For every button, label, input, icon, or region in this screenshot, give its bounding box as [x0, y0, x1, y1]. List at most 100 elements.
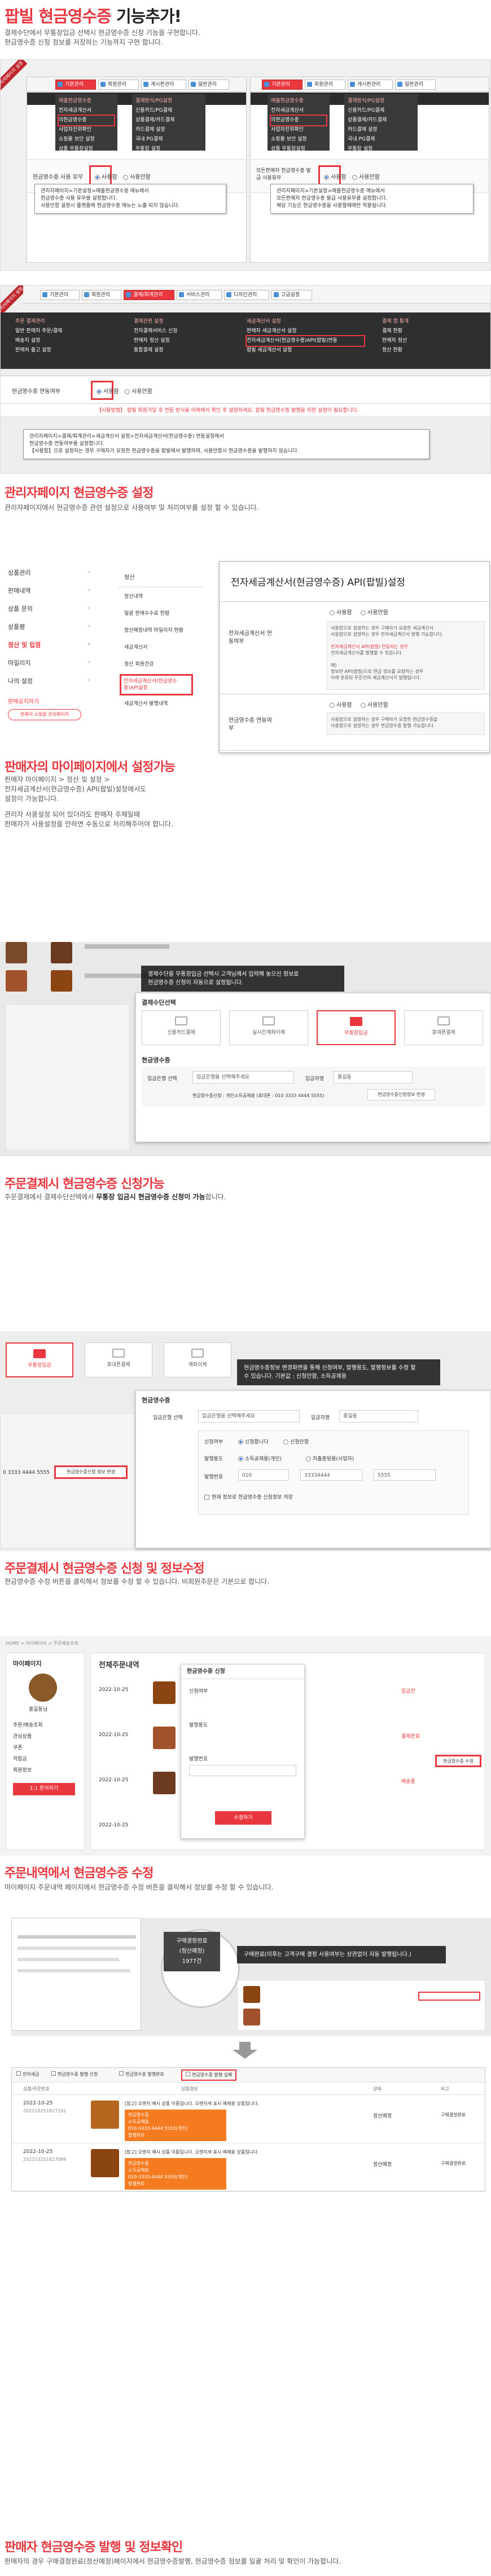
side-item[interactable]: 회원정보: [13, 1766, 32, 1773]
filter-item[interactable]: 현금영수증 발행 신청: [51, 2071, 98, 2077]
method-phone[interactable]: 휴대폰결제: [404, 1010, 483, 1045]
submenu-item[interactable]: 세금계산서 발행내역: [124, 699, 168, 707]
bank-select[interactable]: 입금은행을 선택해주세요: [192, 1071, 294, 1084]
tab-member[interactable]: 회원관리: [82, 290, 121, 300]
menu-item[interactable]: 일반 판매자 주문/결제: [15, 327, 99, 336]
opt-nouse[interactable]: 사용안함: [361, 700, 388, 708]
side-item[interactable]: 나의 설정 ›: [0, 676, 96, 685]
side-item-settlement[interactable]: 정산 및 입점 ›: [0, 640, 96, 649]
use-personal[interactable]: 소득공제용(개인): [238, 1455, 282, 1462]
method-bank[interactable]: 무통장입금: [317, 1010, 396, 1045]
opt-use[interactable]: 사용함: [330, 700, 352, 708]
menu-item[interactable]: 상품결제/카드결제: [348, 116, 414, 125]
num-input-3[interactable]: 5555: [374, 1469, 436, 1481]
apply-no[interactable]: 신청안함: [283, 1438, 309, 1445]
menu-item[interactable]: 판매자 세금계산서 설정: [247, 327, 364, 336]
tab-design[interactable]: 디자인관리: [224, 290, 269, 300]
side-item[interactable]: 관심상품: [13, 1732, 32, 1740]
filter-item[interactable]: 현금영수증 발행완료: [119, 2071, 164, 2077]
tab-board[interactable]: 게시판관리: [348, 80, 393, 90]
depositor-input[interactable]: 홍길동: [334, 1071, 413, 1084]
opt-use[interactable]: 사용함: [330, 607, 352, 616]
menu-item[interactable]: 전자세금계산서: [59, 106, 114, 116]
tab-general[interactable]: 일반관리: [188, 80, 229, 90]
submenu-item[interactable]: 정산내역: [124, 592, 143, 600]
menu-item[interactable]: 정산 현황: [382, 346, 471, 355]
menu-item[interactable]: 상품 무통장설정: [59, 144, 114, 154]
tab-basic[interactable]: 기본관리: [40, 290, 80, 300]
menu-item[interactable]: 카드결제 설정: [348, 125, 414, 135]
submenu-item-api[interactable]: 전자세금계산서(현금영수증)API설정: [120, 674, 193, 695]
method-transfer[interactable]: 계좌이체: [164, 1342, 231, 1377]
menu-item[interactable]: 무통장 설정: [348, 144, 414, 154]
side-item[interactable]: 상품평 ›: [0, 622, 96, 631]
opt-use[interactable]: 사용함: [324, 172, 347, 180]
side-item[interactable]: 마일리지 ›: [0, 658, 96, 667]
tab-payment[interactable]: 결제/회계관리: [124, 290, 174, 300]
method-card[interactable]: 신용카드결제: [142, 1010, 221, 1045]
menu-item[interactable]: 상품 무통장설정: [271, 144, 326, 154]
method-phone[interactable]: 휴대폰결제: [85, 1342, 152, 1377]
menu-item-cash-receipt[interactable]: 의현금영수증: [58, 115, 115, 126]
menu-item[interactable]: 쇼핑몰 보안 설정: [271, 135, 326, 144]
opt-nouse[interactable]: 사용안함: [361, 607, 388, 616]
menu-item[interactable]: 판매자 정산 설정: [134, 336, 223, 346]
submenu-item[interactable]: 정산예정내역 마일리지 현황: [124, 626, 183, 633]
menu-item[interactable]: 결제 현황: [382, 327, 471, 336]
change-info-button[interactable]: 현금영수증신청정보 변경: [367, 1089, 435, 1100]
opt-nouse[interactable]: 사용안함: [125, 386, 152, 395]
menu-item[interactable]: 판매처 출고 설정: [15, 346, 99, 355]
tab-service[interactable]: 서비스관리: [177, 290, 222, 300]
menu-item[interactable]: 카드결제 설정: [135, 125, 202, 135]
submenu-item[interactable]: 정산 회원건강: [124, 660, 154, 667]
save-info-check[interactable]: 현재 정보로 현금영수증 신청정보 저장: [204, 1493, 293, 1500]
bank-select[interactable]: 입금은행을 선택해주세요: [198, 1410, 300, 1423]
menu-item[interactable]: 무통장 설정: [135, 144, 202, 154]
filter-item[interactable]: 전자세금: [16, 2071, 39, 2077]
submenu-item[interactable]: 일괄 판매수수료 현황: [124, 609, 169, 617]
filter-item-failed[interactable]: 현금영수증 발행 실패: [181, 2069, 237, 2081]
inquiry-button[interactable]: 1:1 문의하기: [13, 1783, 75, 1795]
apply-yes[interactable]: 신청합니다: [238, 1438, 268, 1445]
popup-number-field[interactable]: [189, 1765, 296, 1776]
menu-item[interactable]: 통합결제 설정: [134, 346, 223, 355]
menu-item[interactable]: 신용카드/PG결제: [348, 106, 414, 116]
side-item[interactable]: 주문/배송조회: [13, 1721, 43, 1728]
opt-nouse[interactable]: 사용안함: [352, 172, 380, 180]
menu-item[interactable]: 팝빌 세금계산서 설정: [247, 346, 364, 355]
tab-member[interactable]: 회원관리: [98, 80, 139, 90]
num-input-1[interactable]: 010: [238, 1469, 289, 1481]
change-info-button[interactable]: 현금영수증신청 정보 변경: [54, 1465, 128, 1479]
menu-item[interactable]: 신용카드/PG결제: [135, 106, 202, 116]
depositor-input[interactable]: 홍길동: [339, 1410, 418, 1423]
tab-basic[interactable]: 기본관리: [55, 80, 96, 90]
tab-advanced[interactable]: 고급설정: [271, 290, 312, 300]
popup-save-button[interactable]: 수정하기: [215, 1811, 271, 1825]
tab-board[interactable]: 게시판관리: [141, 80, 186, 90]
opt-nouse[interactable]: 사용안함: [123, 172, 151, 180]
menu-item-api-setting[interactable]: 전자세금계산서(현금영수증)API(팝빌)연동: [246, 335, 365, 347]
menu-item[interactable]: 국내 PG결제: [135, 135, 202, 144]
side-item[interactable]: 상품 문의 ›: [0, 604, 96, 613]
menu-item[interactable]: 쇼핑몰 보안 설정: [59, 135, 114, 144]
menu-item[interactable]: 상품결제/카드결제: [135, 116, 202, 125]
menu-item[interactable]: 사업자진위확인: [59, 125, 114, 135]
menu-item[interactable]: 판매자 정산: [382, 336, 471, 346]
tab-general[interactable]: 일반관리: [395, 80, 436, 90]
notice-button[interactable]: 판매공지하기: [8, 697, 39, 705]
menu-item[interactable]: 국내 PG결제: [348, 135, 414, 144]
tab-basic[interactable]: 기본관리: [262, 80, 303, 90]
seller-shop-button[interactable]: 판매자 쇼핑몰 관리페이지: [8, 709, 81, 720]
side-item[interactable]: 적립금: [13, 1755, 27, 1762]
num-input-2[interactable]: 33334444: [300, 1469, 362, 1481]
edit-receipt-button[interactable]: 현금영수증 수정: [435, 1755, 481, 1767]
menu-item-cash-receipt[interactable]: 의현금영수증: [270, 115, 327, 126]
tab-member[interactable]: 회원관리: [305, 80, 345, 90]
method-transfer[interactable]: 실시간계좌이체: [229, 1010, 308, 1045]
opt-use[interactable]: 사용함: [97, 386, 119, 395]
menu-item[interactable]: 배송지 설정: [15, 336, 99, 346]
submenu-item[interactable]: 세금계산서: [124, 643, 147, 650]
side-item[interactable]: 쿠폰: [13, 1743, 23, 1751]
opt-use[interactable]: 사용함: [95, 172, 117, 180]
method-bank[interactable]: 무통장입금: [6, 1342, 73, 1377]
